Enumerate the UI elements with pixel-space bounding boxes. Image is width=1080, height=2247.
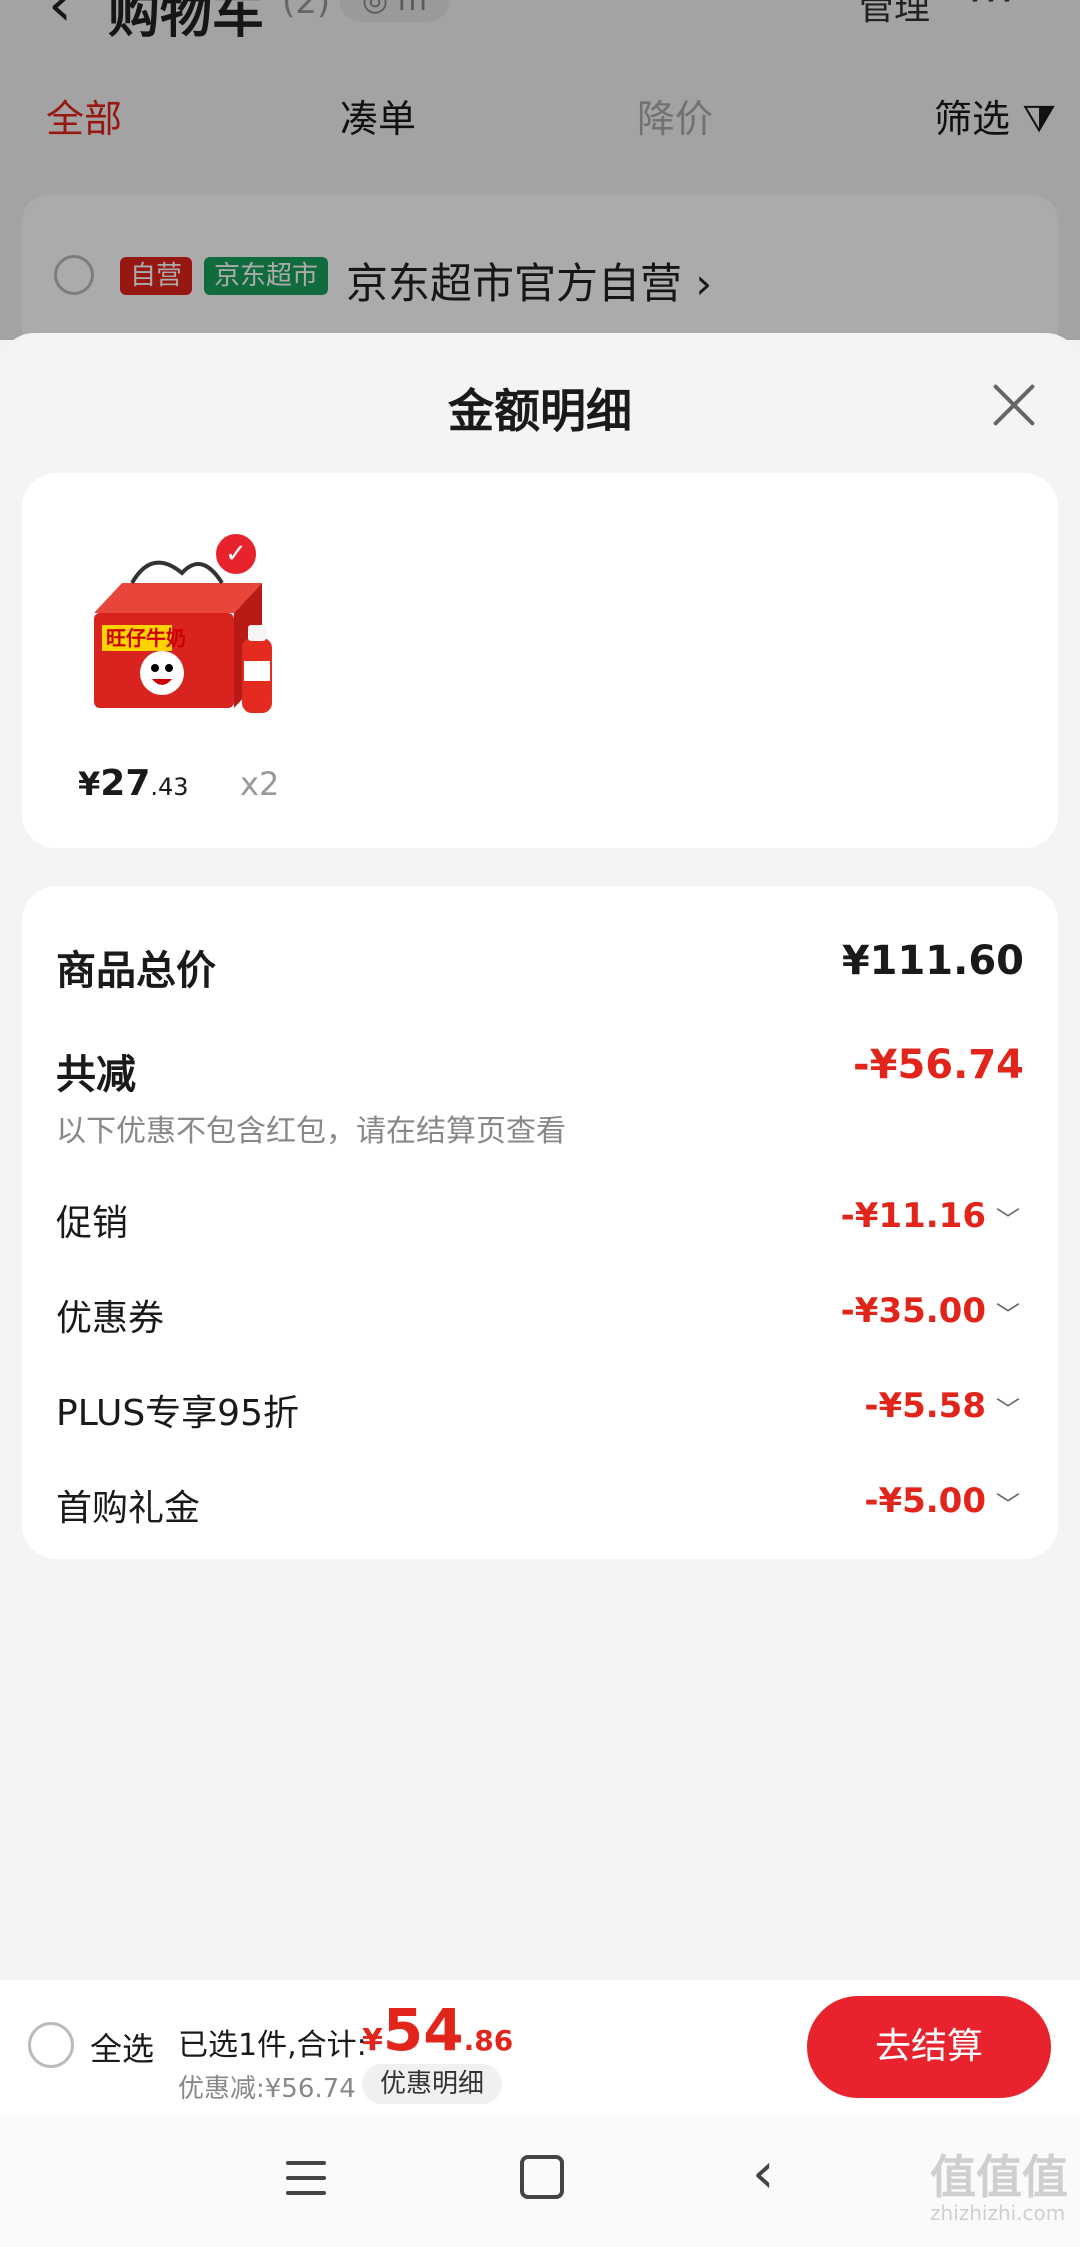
goods-card: 旺仔牛奶 ✓ ¥27.43 x2 — [22, 473, 1058, 848]
close-icon[interactable] — [984, 375, 1044, 435]
select-all-radio[interactable] — [28, 2022, 74, 2068]
chevron-down-icon: ﹀ — [996, 1206, 1020, 1234]
checkout-bar: 全选 已选1件,合计: ¥54.86 优惠减:¥56.74 优惠明细 去结算 — [0, 1980, 1080, 2115]
chevron-down-icon: ﹀ — [996, 1491, 1020, 1519]
discount-detail-button[interactable]: 优惠明细 — [362, 2064, 503, 2104]
dim-overlay[interactable] — [0, 0, 1080, 340]
reduce-label: 共减 — [56, 1052, 136, 1098]
product-quantity: x2 — [240, 765, 280, 803]
discount-value-first-buy[interactable]: -¥5.00 ﹀ — [864, 1481, 1020, 1521]
home-icon[interactable] — [520, 2155, 564, 2199]
discount-label-plus: PLUS专享95折 — [56, 1393, 299, 1434]
chevron-down-icon: ﹀ — [996, 1396, 1020, 1424]
chevron-down-icon: ﹀ — [996, 1301, 1020, 1329]
discount-value-coupon[interactable]: -¥35.00 ﹀ — [841, 1291, 1020, 1331]
product-price: ¥27.43 — [78, 763, 189, 804]
discount-label-first-buy: 首购礼金 — [56, 1488, 201, 1529]
back-nav-icon[interactable]: ‹ — [752, 2141, 774, 2206]
sheet-title: 金额明细 — [448, 384, 632, 438]
discount-value-promo[interactable]: -¥11.16 ﹀ — [841, 1196, 1020, 1236]
discount-label-promo: 促销 — [56, 1203, 129, 1244]
svg-text:旺仔牛奶: 旺仔牛奶 — [106, 626, 186, 650]
amount-detail-sheet: 金额明细 旺仔牛奶 ✓ ¥27.43 x2 商品总价 ¥111.60 共减 -¥… — [0, 333, 1080, 1980]
product-image[interactable]: 旺仔牛奶 — [92, 543, 292, 718]
total-payable: ¥54.86 — [362, 1996, 514, 2064]
total-value: ¥111.60 — [841, 938, 1024, 984]
system-nav-bar: ‹ 值值值 zhizhizhi.com — [0, 2115, 1080, 2247]
discount-label-coupon: 优惠券 — [56, 1298, 165, 1339]
reduce-value: -¥56.74 — [853, 1042, 1024, 1088]
selected-summary: 已选1件,合计: — [178, 2028, 367, 2063]
saved-amount: 优惠减:¥56.74 — [178, 2074, 356, 2104]
checked-icon[interactable]: ✓ — [212, 530, 260, 578]
watermark-url: zhizhizhi.com — [930, 2201, 1066, 2225]
checkout-button[interactable]: 去结算 — [807, 1996, 1051, 2098]
discount-note: 以下优惠不包含红包，请在结算页查看 — [56, 1114, 566, 1149]
summary-card: 商品总价 ¥111.60 共减 -¥56.74 以下优惠不包含红包，请在结算页查… — [22, 886, 1058, 1559]
discount-value-plus[interactable]: -¥5.58 ﹀ — [864, 1386, 1020, 1426]
cart-page-background: ‹ 购物车 (2) ◎ m 管理 ··· 全部 凑单 降价 筛选 ⧩ 自营 京东… — [0, 0, 1080, 375]
recent-apps-icon[interactable] — [286, 2161, 326, 2195]
total-label: 商品总价 — [56, 948, 216, 994]
watermark-logo: 值值值 — [930, 2150, 1068, 2204]
select-all-label[interactable]: 全选 — [90, 2024, 154, 2070]
